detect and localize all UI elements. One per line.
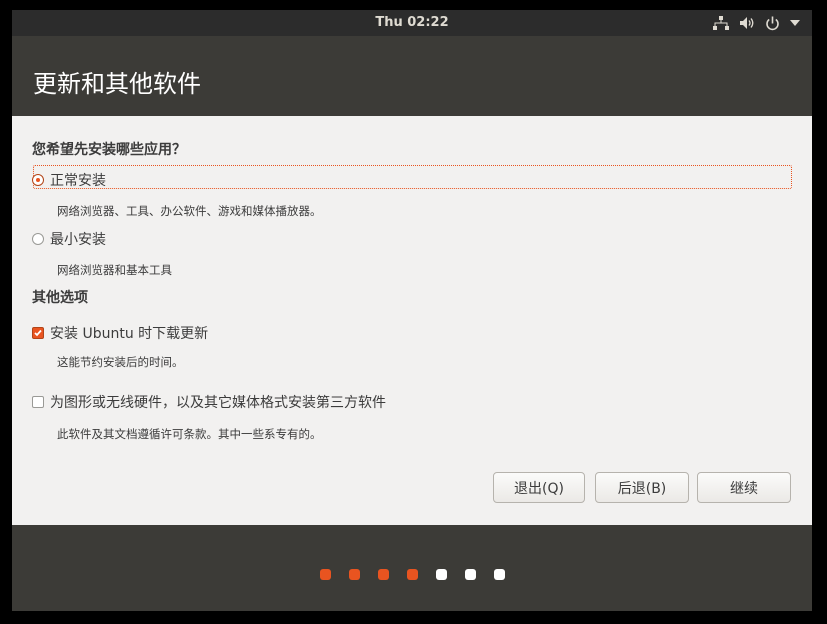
chevron-down-icon[interactable] [790, 20, 800, 26]
third-party-label[interactable]: 为图形或无线硬件，以及其它媒体格式安装第三方软件 [50, 392, 386, 412]
third-party-desc: 此软件及其文档遵循许可条款。其中一些系专有的。 [57, 427, 322, 441]
progress-dot-complete [349, 569, 360, 580]
system-tray[interactable] [713, 10, 800, 36]
progress-dots [320, 569, 505, 580]
power-icon[interactable] [765, 16, 780, 31]
minimal-install-label[interactable]: 最小安装 [50, 229, 106, 249]
quit-button[interactable]: 退出(Q) [493, 472, 585, 503]
top-panel: Thu 02:22 [12, 10, 812, 36]
volume-icon[interactable] [739, 16, 755, 30]
minimal-install-radio[interactable]: 最小安装 [32, 229, 106, 249]
continue-button[interactable]: 继续 [697, 472, 791, 503]
normal-install-desc: 网络浏览器、工具、办公软件、游戏和媒体播放器。 [57, 204, 322, 218]
download-updates-label[interactable]: 安装 Ubuntu 时下载更新 [50, 323, 208, 343]
progress-dot-pending [494, 569, 505, 580]
minimal-install-desc: 网络浏览器和基本工具 [57, 263, 172, 277]
back-button[interactable]: 后退(B) [595, 472, 689, 503]
other-options-heading: 其他选项 [32, 290, 88, 306]
download-updates-desc: 这能节约安装后的时间。 [57, 355, 184, 369]
network-icon[interactable] [713, 16, 729, 30]
progress-dot-pending [436, 569, 447, 580]
download-updates-checkbox[interactable]: 安装 Ubuntu 时下载更新 [32, 323, 208, 343]
progress-dot-complete [378, 569, 389, 580]
install-type-heading: 您希望先安装哪些应用？ [32, 142, 186, 158]
clock[interactable]: Thu 02:22 [12, 10, 812, 36]
checkbox-checked-icon[interactable] [32, 327, 44, 339]
page-title: 更新和其他软件 [33, 70, 201, 98]
radio-unselected-icon[interactable] [32, 233, 44, 245]
window-header: 更新和其他软件 [12, 38, 812, 116]
progress-dot-complete [407, 569, 418, 580]
normal-install-label[interactable]: 正常安装 [50, 170, 106, 190]
normal-install-radio[interactable]: 正常安装 [32, 170, 106, 190]
checkbox-unchecked-icon[interactable] [32, 396, 44, 408]
radio-selected-icon[interactable] [32, 174, 44, 186]
progress-dot-pending [465, 569, 476, 580]
installer-footer [12, 525, 812, 611]
third-party-checkbox[interactable]: 为图形或无线硬件，以及其它媒体格式安装第三方软件 [32, 392, 386, 412]
progress-dot-complete [320, 569, 331, 580]
focus-ring [33, 165, 792, 189]
main-content: 您希望先安装哪些应用？ 正常安装 网络浏览器、工具、办公软件、游戏和媒体播放器。… [12, 116, 812, 525]
